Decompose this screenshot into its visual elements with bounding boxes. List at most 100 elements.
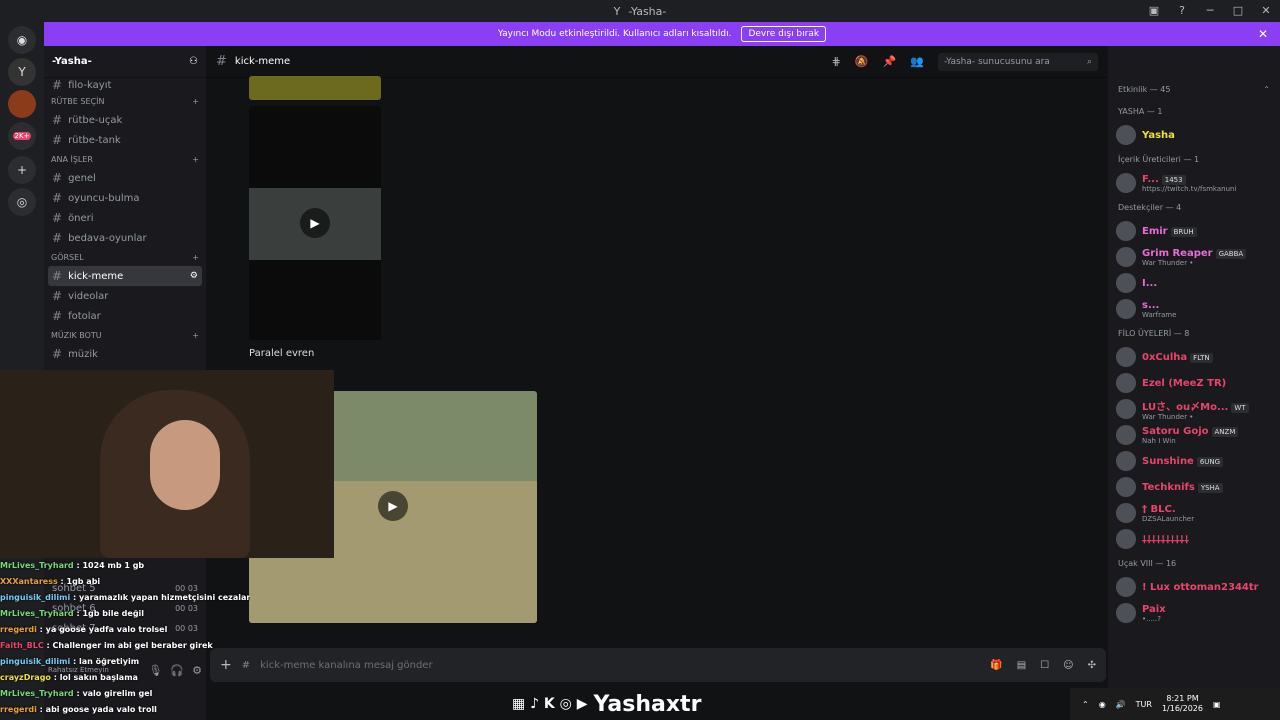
inbox-icon[interactable]: ▣: [1140, 0, 1168, 22]
social-icons: ▦ ♪ K ◎ ▶: [512, 696, 588, 712]
video-thumbnail[interactable]: [249, 76, 381, 100]
clock[interactable]: 8:21 PM 1/16/2026: [1162, 694, 1203, 714]
pin-icon[interactable]: 📌: [883, 55, 897, 68]
add-server-icon[interactable]: +: [8, 156, 36, 184]
channel-item[interactable]: # fotolar: [44, 306, 206, 326]
server-yasha-icon[interactable]: Y: [8, 58, 36, 86]
member-info: Techknifs YSHA: [1142, 482, 1223, 493]
member-row[interactable]: Grim Reaper GABBA War Thunder •: [1108, 244, 1280, 270]
member-name: Grim Reaper: [1142, 247, 1213, 259]
channel-item[interactable]: # bedava-oyunlar: [44, 228, 206, 248]
notification-icon[interactable]: ▣: [1213, 700, 1221, 709]
apps-icon[interactable]: ✣: [1088, 660, 1096, 671]
disable-streamer-mode-button[interactable]: Devre dışı bırak: [741, 26, 827, 42]
search-icon: ⌕: [1086, 56, 1092, 67]
member-name: Yasha: [1142, 129, 1175, 141]
video-embed[interactable]: ▶: [249, 106, 381, 340]
mute-icon[interactable]: 🔕: [855, 55, 869, 68]
member-info: Yasha: [1142, 130, 1175, 141]
volume-icon[interactable]: 🔊: [1116, 700, 1126, 709]
settings-icon[interactable]: ⚙: [190, 271, 198, 281]
chevron-up-icon[interactable]: ⌃: [1082, 700, 1089, 709]
channel-item[interactable]: # filo-kayıt: [44, 78, 206, 92]
member-name-row: ⸸⸸⸸⸸⸸⸸⸸⸸⸸⸸: [1142, 532, 1189, 546]
member-row[interactable]: Satoru Gojo ANZM Nah I Win: [1108, 422, 1280, 448]
member-row[interactable]: Yasha: [1108, 122, 1280, 148]
message-input-placeholder[interactable]: kick-meme kanalına mesaj gönder: [260, 660, 432, 671]
gif-icon[interactable]: ▤: [1017, 660, 1026, 671]
banner-close-icon[interactable]: ✕: [1258, 27, 1268, 41]
member-row[interactable]: Emir BRUH: [1108, 218, 1280, 244]
member-row[interactable]: I...: [1108, 270, 1280, 296]
minimize-button[interactable]: ─: [1196, 0, 1224, 22]
discord-home-icon[interactable]: ◉: [8, 26, 36, 54]
member-name: 0xCulha: [1142, 351, 1188, 363]
member-row[interactable]: Ezel (MeeZ TR): [1108, 370, 1280, 396]
members-icon[interactable]: 👥: [910, 55, 924, 68]
server-folder-icon[interactable]: 2K+: [8, 122, 36, 150]
invite-icon[interactable]: ⚇: [189, 56, 198, 67]
category-header[interactable]: GÖRSEL +: [44, 248, 206, 266]
channel-item[interactable]: # videolar: [44, 286, 206, 306]
member-row[interactable]: Techknifs YSHA: [1108, 474, 1280, 500]
member-group-title: FİLO ÜYELERİ — 8: [1118, 328, 1190, 338]
activity-header[interactable]: Etkinlik — 45 ⌃: [1108, 78, 1280, 100]
sticker-icon[interactable]: ☐: [1040, 660, 1049, 671]
server-icon[interactable]: [8, 90, 36, 118]
play-icon[interactable]: ▶: [378, 491, 408, 521]
category-header[interactable]: ANA İŞLER +: [44, 150, 206, 168]
language-indicator[interactable]: TUR: [1136, 700, 1152, 709]
channel-item[interactable]: # öneri: [44, 208, 206, 228]
emoji-icon[interactable]: ☺: [1063, 660, 1073, 671]
webcam-overlay: [0, 370, 334, 558]
channel-item-active[interactable]: # kick-meme ⚙: [48, 266, 202, 286]
channel-item[interactable]: # rütbe-tank: [44, 130, 206, 150]
member-row[interactable]: LUさ、ou〆Mo... WT War Thunder •: [1108, 396, 1280, 422]
hash-icon: #: [216, 54, 227, 69]
channel-item[interactable]: # müzik: [44, 344, 206, 364]
help-icon[interactable]: ?: [1168, 0, 1196, 22]
avatar: [1116, 273, 1136, 293]
chat-username: Faith_BLC: [0, 641, 44, 650]
member-row[interactable]: † BLC. DZSALauncher: [1108, 500, 1280, 526]
member-row[interactable]: s... Warframe: [1108, 296, 1280, 322]
network-icon[interactable]: ◉: [1099, 700, 1106, 709]
search-input[interactable]: -Yasha- sunucusunu ara ⌕: [938, 52, 1098, 71]
chat-message: rregerdi : abi goose yada valo troll: [0, 702, 250, 718]
activity-label: Etkinlik — 45: [1118, 84, 1171, 94]
play-icon[interactable]: ▶: [300, 208, 330, 238]
server-name: -Yasha-: [52, 56, 92, 67]
gift-icon[interactable]: 🎁: [990, 660, 1002, 671]
message-composer[interactable]: + # kick-meme kanalına mesaj gönder 🎁 ▤ …: [210, 648, 1106, 682]
channel-item[interactable]: # oyuncu-bulma: [44, 188, 206, 208]
member-tag: BRUH: [1170, 226, 1197, 237]
channel-item[interactable]: # genel: [44, 168, 206, 188]
server-header[interactable]: -Yasha- ⚇: [44, 46, 206, 78]
channel-label: fotolar: [68, 310, 101, 322]
category-header[interactable]: müzik botu +: [44, 326, 206, 344]
chat-username: pinguisik_dilimi: [0, 657, 71, 666]
member-tag: GABBA: [1215, 248, 1247, 259]
member-row[interactable]: Sunshine 6UNG: [1108, 448, 1280, 474]
member-row[interactable]: F... 1453 https://twitch.tv/fsmkanuni: [1108, 170, 1280, 196]
collapse-icon[interactable]: ⌃: [1263, 85, 1270, 94]
maximize-button[interactable]: □: [1224, 0, 1252, 22]
chat-text: 1gb bile değil: [82, 609, 145, 618]
channel-item[interactable]: # rütbe-uçak: [44, 110, 206, 130]
member-row[interactable]: ! Lux ottoman2344tr: [1108, 574, 1280, 600]
member-name-row: I...: [1142, 278, 1157, 289]
member-row[interactable]: Paix •.....?: [1108, 600, 1280, 626]
chat-text: yaramazlık yapan hizmetçisini cezalandır…: [78, 593, 250, 602]
discover-icon[interactable]: ◎: [8, 188, 36, 216]
close-button[interactable]: ✕: [1252, 0, 1280, 22]
chat-message: pinguisik_dilimi : yaramazlık yapan hizm…: [0, 590, 250, 606]
avatar: [1116, 451, 1136, 471]
member-row[interactable]: 0xCulha FLTN: [1108, 344, 1280, 370]
threads-icon[interactable]: ⋕: [832, 55, 841, 68]
member-group-header: Destekçiler — 4: [1108, 196, 1280, 218]
chat-separator: :: [43, 641, 53, 650]
member-row[interactable]: ⸸⸸⸸⸸⸸⸸⸸⸸⸸⸸: [1108, 526, 1280, 552]
category-header[interactable]: RÜTBE SEÇİN +: [44, 92, 206, 110]
banner-text: Yayıncı Modu etkinleştirildi. Kullanıcı …: [497, 29, 732, 39]
channel-label: öneri: [68, 212, 94, 224]
